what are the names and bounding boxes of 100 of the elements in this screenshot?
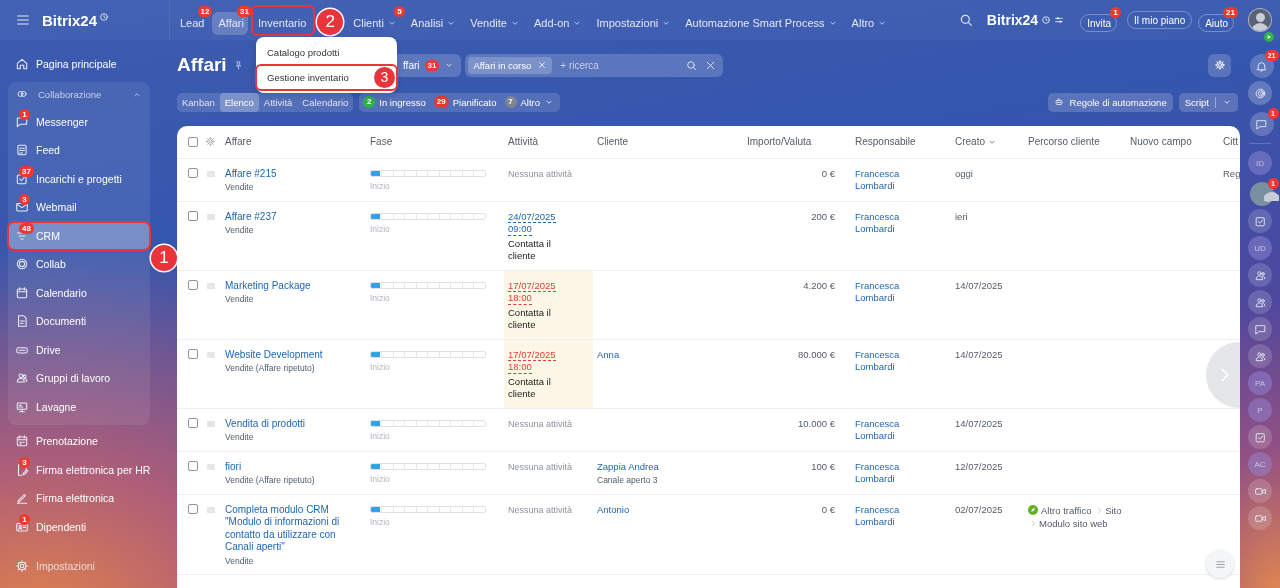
- column-header[interactable]: Percorso cliente: [1028, 136, 1100, 148]
- column-header[interactable]: Importo/Valuta: [747, 136, 812, 148]
- column-header[interactable]: Attività: [508, 136, 538, 148]
- rail-button[interactable]: [1248, 290, 1272, 314]
- owner-link[interactable]: Francesca Lombardi: [855, 348, 911, 374]
- sidebar-item[interactable]: Collab: [8, 250, 150, 279]
- counter-filter[interactable]: 7 Altro: [504, 96, 555, 108]
- owner-link[interactable]: Francesca Lombardi: [855, 417, 911, 443]
- sidebar-item[interactable]: Prenotazione: [8, 427, 150, 456]
- deal-link[interactable]: Website Development: [225, 348, 323, 361]
- sidebar-item[interactable]: Gruppi di lavoro: [8, 364, 150, 393]
- menu-item[interactable]: Gestione inventario 3: [256, 65, 397, 90]
- row-checkbox[interactable]: [188, 417, 198, 428]
- sidebar-item[interactable]: 1 Messenger: [8, 107, 150, 136]
- automation-button[interactable]: Regole di automazione: [1047, 92, 1173, 112]
- menu-item[interactable]: Catalogo prodotti: [256, 40, 397, 65]
- nav-tab[interactable]: Affari 31: [212, 5, 252, 35]
- nav-tab[interactable]: Automazione Smart Process: [679, 5, 846, 35]
- counter-filter[interactable]: 29 Pianificato: [433, 96, 497, 108]
- sidebar-item[interactable]: Documenti: [8, 307, 150, 336]
- nav-tab[interactable]: Analisi: [404, 5, 465, 35]
- nav-tab[interactable]: Altro: [845, 5, 896, 35]
- sidebar-item[interactable]: Lavagne: [8, 392, 150, 421]
- header-button[interactable]: Aiuto 21: [1198, 7, 1238, 33]
- sidebar-item[interactable]: Calendario: [8, 278, 150, 307]
- sidebar-item[interactable]: 3 Firma elettronica per HR: [8, 455, 150, 484]
- header-button[interactable]: Invita 1: [1080, 7, 1122, 33]
- sidebar-item[interactable]: Firma elettronica: [8, 484, 150, 513]
- row-checkbox[interactable]: [188, 348, 198, 359]
- view-tab[interactable]: Attività: [258, 92, 298, 112]
- deal-link[interactable]: Marketing Package: [225, 279, 311, 292]
- deadline-link[interactable]: 24/07/2025: [508, 210, 556, 223]
- nav-tab[interactable]: Add-on: [527, 5, 591, 35]
- select-all-checkbox[interactable]: [188, 136, 198, 147]
- owner-link[interactable]: Francesca Lombardi: [855, 167, 911, 193]
- settings-button[interactable]: [1208, 53, 1231, 77]
- contact-avatar[interactable]: ID: [1248, 151, 1272, 175]
- column-header[interactable]: Fase: [370, 136, 393, 148]
- deal-link[interactable]: Completa modulo CRM "Modulo di informazioni di contatto da utilizzare con Canali aperti": [225, 503, 362, 554]
- client-link[interactable]: Antonio: [597, 503, 630, 516]
- row-checkbox[interactable]: [188, 167, 198, 178]
- user-avatar[interactable]: [1248, 8, 1272, 32]
- nav-tab[interactable]: Impostazioni: [590, 5, 680, 35]
- row-checkbox[interactable]: [188, 503, 198, 514]
- column-header[interactable]: Responsabile: [855, 136, 916, 148]
- deadline-link[interactable]: 09:00: [508, 223, 532, 236]
- row-checkbox[interactable]: [188, 279, 198, 290]
- view-tab[interactable]: Calendario: [297, 92, 354, 112]
- rail-button[interactable]: [1248, 425, 1272, 449]
- column-header[interactable]: Affare: [225, 136, 252, 148]
- nav-tab[interactable]: Vendite: [464, 5, 528, 35]
- sidebar-item[interactable]: Drive: [8, 335, 150, 364]
- nav-tab[interactable]: Clienti 5: [347, 5, 405, 35]
- contact-avatar[interactable]: AC: [1248, 452, 1272, 476]
- row-checkbox[interactable]: [188, 460, 198, 471]
- nav-tab[interactable]: Inventario: [251, 5, 315, 35]
- column-header[interactable]: Creato: [955, 136, 985, 148]
- contact-avatar[interactable]: UD: [1248, 236, 1272, 260]
- column-header[interactable]: Nuovo campo: [1130, 136, 1192, 148]
- deadline-link[interactable]: 18:00: [508, 361, 532, 374]
- deal-link[interactable]: Affare #215: [225, 167, 277, 180]
- rail-button[interactable]: [1248, 479, 1272, 503]
- sidebar-item[interactable]: Feed: [8, 136, 150, 165]
- owner-link[interactable]: Francesca Lombardi: [855, 460, 911, 486]
- deal-link[interactable]: Vendita di prodotti: [225, 417, 306, 430]
- sidebar-item[interactable]: 1 Dipendenti: [8, 512, 150, 541]
- deadline-link[interactable]: 17/07/2025: [508, 279, 556, 292]
- deadline-link[interactable]: 17/07/2025: [508, 348, 556, 361]
- owner-link[interactable]: Francesca Lombardi: [855, 279, 911, 305]
- counter-filter[interactable]: 2 In ingresso: [363, 96, 426, 108]
- sidebar-item[interactable]: Pagina principale: [8, 50, 150, 79]
- view-tab[interactable]: Kanban: [177, 92, 220, 112]
- rail-button[interactable]: [1248, 263, 1272, 287]
- row-checkbox[interactable]: [188, 210, 198, 221]
- owner-link[interactable]: Francesca Lombardi: [855, 210, 911, 236]
- deal-link[interactable]: Affare #237: [225, 210, 277, 223]
- rail-button[interactable]: [1248, 81, 1272, 105]
- contact-avatar[interactable]: PA: [1248, 371, 1272, 395]
- nav-tab[interactable]: Lead 12: [174, 5, 213, 35]
- rail-button[interactable]: [1248, 344, 1272, 368]
- filter-chip[interactable]: Affari in corso: [468, 56, 553, 74]
- view-tab[interactable]: Elenco: [219, 92, 259, 112]
- filter-field[interactable]: Affari in corso + ricerca: [465, 53, 724, 77]
- group-header[interactable]: Collaborazione: [8, 81, 150, 108]
- deadline-link[interactable]: 18:00: [508, 292, 532, 305]
- sidebar-item[interactable]: 37 Incarichi e progetti: [8, 164, 150, 193]
- client-link[interactable]: Zappia Andrea: [597, 460, 659, 473]
- rail-button[interactable]: [1248, 317, 1272, 341]
- contact-avatar[interactable]: P: [1248, 398, 1272, 422]
- client-link[interactable]: Anna: [597, 348, 620, 361]
- owner-link[interactable]: Francesca Lombardi: [855, 503, 911, 529]
- sidebar-item[interactable]: 3 Webmail: [8, 193, 150, 222]
- sidebar-item[interactable]: 48 CRM: [8, 221, 150, 250]
- deal-link[interactable]: fiori: [225, 460, 242, 473]
- column-header[interactable]: Citt: [1223, 136, 1238, 148]
- script-button[interactable]: Script: [1178, 92, 1238, 112]
- category-button[interactable]: ffari 31: [397, 53, 462, 77]
- rail-button[interactable]: [1248, 209, 1272, 233]
- column-header[interactable]: Cliente: [597, 136, 629, 148]
- rail-button[interactable]: [1248, 506, 1272, 530]
